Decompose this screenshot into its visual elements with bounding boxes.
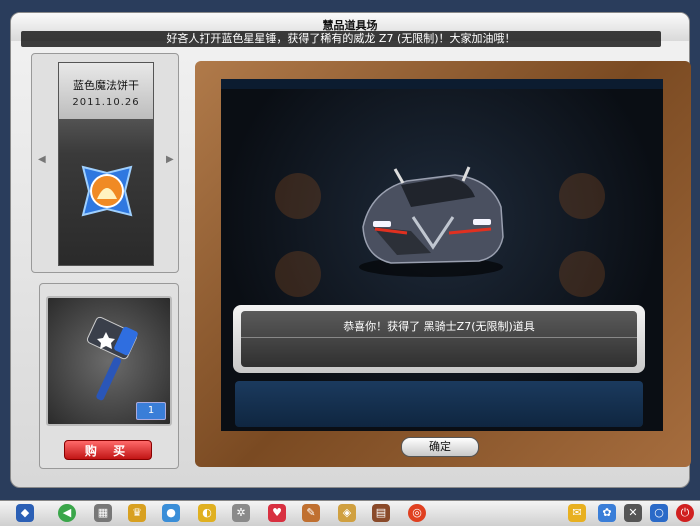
reward-screen: 恭喜你！获得了 黑骑士Z7(无限制)道具 xyxy=(221,79,663,431)
car-icon[interactable]: ◐ xyxy=(198,504,216,522)
reward-info-bar xyxy=(235,381,643,427)
start-icon[interactable]: ◆ xyxy=(16,504,34,522)
next-item-arrow-icon[interactable]: ▶ xyxy=(166,154,174,165)
pet-icon[interactable]: ✿ xyxy=(598,504,616,522)
note-icon[interactable]: ✉ xyxy=(568,504,586,522)
magic-cookie-icon xyxy=(81,165,133,217)
reward-display-frame: 恭喜你！获得了 黑骑士Z7(无限制)道具 确定 xyxy=(195,61,691,467)
book-icon[interactable]: ▤ xyxy=(372,504,390,522)
selected-item-panel: 1 购 买 xyxy=(39,283,179,469)
shop-icon[interactable]: ▦ xyxy=(94,504,112,522)
screen-top-strip xyxy=(221,79,663,89)
dialog-divider xyxy=(241,337,637,338)
power-icon[interactable]: ⏻ xyxy=(676,504,694,522)
search-icon[interactable]: ○ xyxy=(650,504,668,522)
buy-button[interactable]: 购 买 xyxy=(64,440,152,460)
heart-icon[interactable]: ♥ xyxy=(268,504,286,522)
reward-dialog-body: 恭喜你！获得了 黑骑士Z7(无限制)道具 xyxy=(241,311,637,367)
reward-message: 恭喜你！获得了 黑骑士Z7(无限制)道具 xyxy=(343,320,535,333)
game-taskbar: ◆ ◀ ▦ ♛ ● ◐ ✲ ♥ ✎ ◈ ▤ ◎ ✉ ✿ ✕ ○ ⏻ xyxy=(0,500,700,526)
sports-car-icon xyxy=(359,166,504,277)
confirm-button[interactable]: 确定 xyxy=(401,437,479,457)
faded-prize-icon xyxy=(275,251,321,297)
target-icon[interactable]: ◎ xyxy=(408,504,426,522)
item-date: 2011.10.26 xyxy=(72,97,140,108)
faded-prize-icon xyxy=(275,173,321,219)
item-quantity-badge: 1 xyxy=(136,402,166,420)
faded-prize-icon xyxy=(559,173,605,219)
item-preview-panel: ◀ ▶ 蓝色魔法饼干 2011.10.26 xyxy=(31,53,179,273)
settings-icon[interactable]: ✲ xyxy=(232,504,250,522)
star-hammer-icon xyxy=(86,316,138,401)
trophy-icon[interactable]: ♛ xyxy=(128,504,146,522)
item-name: 蓝色魔法饼干 xyxy=(73,79,139,92)
prev-item-arrow-icon[interactable]: ◀ xyxy=(38,154,46,165)
selected-item-box[interactable]: 1 xyxy=(46,296,172,426)
tag-icon[interactable]: ◈ xyxy=(338,504,356,522)
back-icon[interactable]: ◀ xyxy=(58,504,76,522)
pen-icon[interactable]: ✎ xyxy=(302,504,320,522)
tools-icon[interactable]: ✕ xyxy=(624,504,642,522)
item-card: 蓝色魔法饼干 2011.10.26 xyxy=(58,62,154,266)
item-card-header: 蓝色魔法饼干 2011.10.26 xyxy=(59,63,153,119)
bag-icon[interactable]: ● xyxy=(162,504,180,522)
news-ticker: 好吝人打开蓝色星星锤，获得了稀有的威龙 Z7 (无限制)！大家加油哦！ xyxy=(21,31,661,47)
shop-window: 慧品道具场 好吝人打开蓝色星星锤，获得了稀有的威龙 Z7 (无限制)！大家加油哦… xyxy=(10,12,691,488)
reward-dialog: 恭喜你！获得了 黑骑士Z7(无限制)道具 xyxy=(233,305,645,373)
faded-prize-icon xyxy=(559,251,605,297)
